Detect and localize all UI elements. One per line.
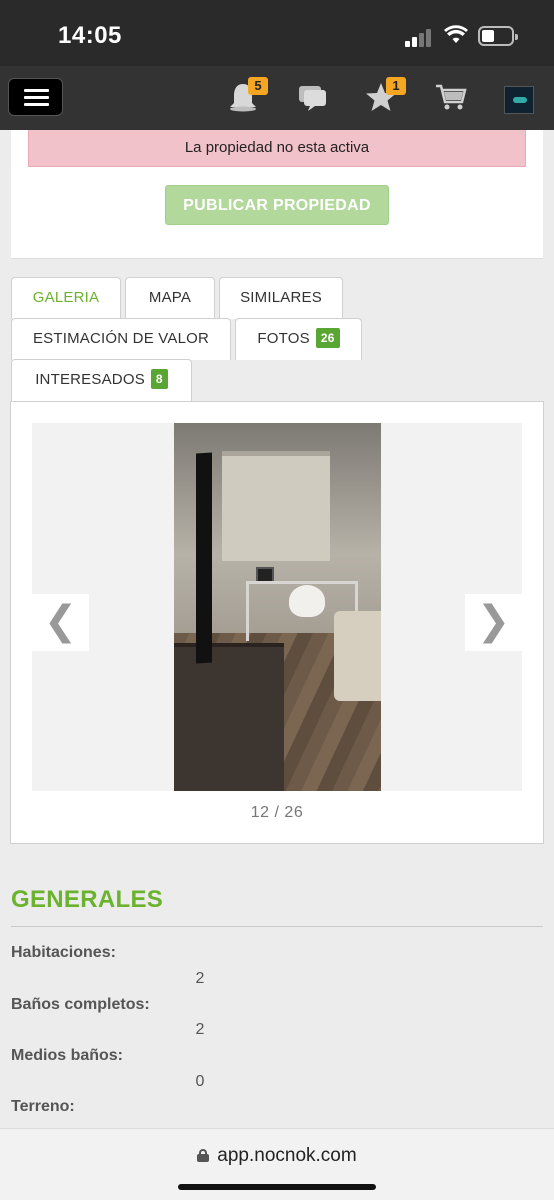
battery-icon [478, 26, 518, 46]
chat-bubbles-icon [299, 86, 326, 111]
tab-interesados[interactable]: INTERESADOS 8 [11, 359, 192, 401]
tab-label: MAPA [148, 289, 192, 306]
notifications-badge: 5 [248, 77, 268, 95]
tab-label: INTERESADOS [35, 371, 145, 388]
tab-similares[interactable]: SIMILARES [219, 277, 343, 319]
browser-bottom-bar: app.nocnok.com [0, 1128, 554, 1200]
gallery-next-button[interactable]: ❯ [465, 594, 522, 651]
tab-mapa[interactable]: MAPA [125, 277, 215, 319]
prop-label-medios-banos: Medios baños: [11, 1047, 124, 1064]
tab-fotos[interactable]: FOTOS 26 [235, 318, 362, 360]
publish-property-button[interactable]: PUBLICAR PROPIEDAD [165, 185, 389, 225]
inactive-alert: La propiedad no esta activa [28, 130, 526, 167]
gallery-slider[interactable]: ❮ ❯ [32, 423, 522, 791]
chevron-right-icon: ❯ [476, 599, 511, 643]
brand-logo[interactable] [504, 86, 534, 114]
wifi-icon [444, 25, 468, 43]
top-navbar: 5 1 [0, 66, 554, 130]
cart-button[interactable] [434, 80, 470, 116]
divider [11, 926, 543, 927]
status-time: 14:05 [58, 22, 122, 49]
status-bar: 14:05 [0, 0, 554, 66]
cellular-signal-icon [405, 27, 435, 47]
prop-value-habitaciones: 2 [195, 970, 205, 987]
url-text: app.nocnok.com [217, 1145, 357, 1166]
tab-label: FOTOS [257, 330, 310, 347]
property-status-card: La propiedad no esta activa PUBLICAR PRO… [11, 130, 543, 259]
section-title-generales: GENERALES [11, 886, 164, 913]
favorites-badge: 1 [386, 77, 406, 95]
tab-label: SIMILARES [240, 289, 322, 306]
prop-label-banos-completos: Baños completos: [11, 996, 150, 1013]
prop-value-banos-completos: 2 [195, 1021, 205, 1038]
tab-label: GALERIA [32, 289, 100, 306]
prop-label-terreno: Terreno: [11, 1098, 75, 1115]
gallery-panel: ❮ ❯ 12 / 26 [10, 401, 544, 844]
interesados-count-badge: 8 [150, 369, 168, 389]
favorites-button[interactable]: 1 [364, 77, 406, 116]
address-bar[interactable]: app.nocnok.com [0, 1145, 554, 1167]
prop-value-medios-banos: 0 [195, 1073, 205, 1090]
lock-icon [197, 1149, 210, 1162]
tab-galeria[interactable]: GALERIA [11, 277, 121, 319]
gallery-counter: 12 / 26 [250, 804, 304, 821]
fotos-count-badge: 26 [315, 328, 340, 348]
notifications-button[interactable]: 5 [226, 77, 268, 116]
prop-label-habitaciones: Habitaciones: [11, 944, 116, 961]
gallery-prev-button[interactable]: ❮ [32, 594, 89, 651]
tab-estimacion-de-valor[interactable]: ESTIMACIÓN DE VALOR [11, 318, 231, 360]
tab-label: ESTIMACIÓN DE VALOR [32, 330, 210, 347]
messages-button[interactable] [296, 80, 332, 116]
property-photo[interactable] [174, 423, 381, 791]
hamburger-menu-button[interactable] [8, 78, 63, 116]
home-indicator[interactable] [178, 1184, 376, 1190]
shopping-cart-icon [436, 84, 467, 110]
chevron-left-icon: ❮ [43, 599, 78, 643]
